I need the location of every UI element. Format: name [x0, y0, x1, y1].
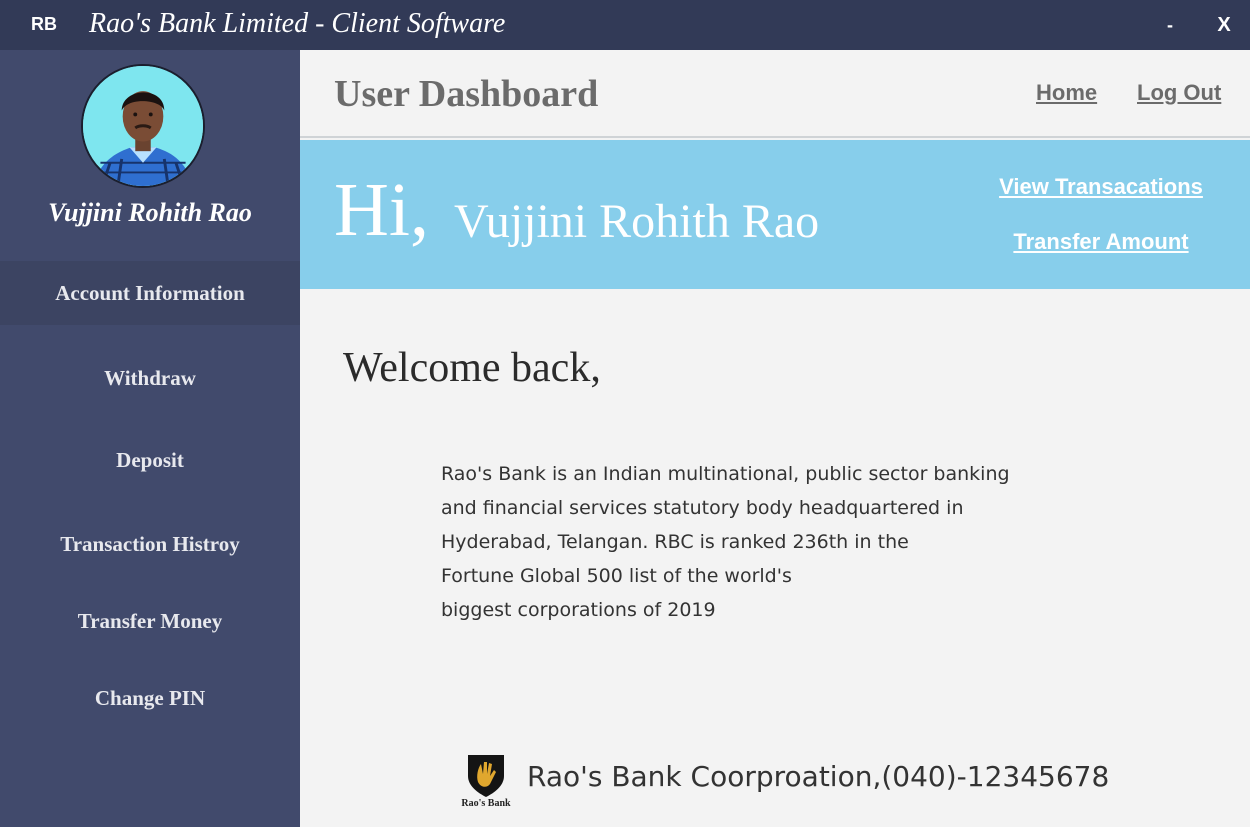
sidebar-user-name: Vujjini Rohith Rao	[48, 198, 252, 227]
bank-shield-icon	[468, 755, 504, 797]
transfer-amount-link[interactable]: Transfer Amount	[981, 229, 1221, 255]
banner-user-name: Vujjini Rohith Rao	[454, 195, 820, 248]
greeting-banner: Hi, Vujjini Rohith Rao View Transacation…	[300, 140, 1250, 289]
home-link[interactable]: Home	[1036, 80, 1097, 106]
app-logo: RB	[31, 14, 57, 34]
sidebar-item-account-information[interactable]: Account Information	[0, 261, 300, 325]
avatar	[81, 64, 205, 188]
greeting-text: Hi,	[334, 168, 429, 252]
footer-contact: Rao's Bank Coorproation,(040)-12345678	[527, 760, 1110, 793]
sidebar-item-withdraw[interactable]: Withdraw	[0, 346, 300, 410]
sidebar-item-transfer-money[interactable]: Transfer Money	[0, 589, 300, 653]
sidebar-item-change-pin[interactable]: Change PIN	[0, 666, 300, 730]
sidebar-item-deposit[interactable]: Deposit	[0, 428, 300, 492]
header: User Dashboard Home Log Out	[300, 50, 1250, 138]
about-line: biggest corporations of 2019	[441, 599, 716, 621]
page-title: User Dashboard	[334, 73, 599, 115]
minimize-button[interactable]: -	[1160, 10, 1180, 40]
view-transactions-link[interactable]: View Transacations	[981, 174, 1221, 200]
about-line: and financial services statutory body he…	[441, 497, 964, 519]
bank-logo: Rao's Bank	[456, 752, 516, 810]
close-button[interactable]: X	[1212, 10, 1236, 40]
welcome-heading: Welcome back,	[343, 345, 601, 391]
sidebar-item-transaction-history[interactable]: Transaction Histroy	[0, 512, 300, 576]
about-text: Rao's Bank is an Indian multinational, p…	[441, 457, 1061, 627]
title-bar: RB Rao's Bank Limited - Client Software …	[0, 0, 1250, 50]
about-line: Rao's Bank is an Indian multinational, p…	[441, 463, 1010, 485]
about-line: Fortune Global 500 list of the world's	[441, 565, 792, 587]
bank-logo-text: Rao's Bank	[461, 798, 511, 809]
sidebar: Vujjini Rohith Rao Account Information W…	[0, 50, 300, 827]
user-photo-icon	[83, 66, 203, 186]
window-title: Rao's Bank Limited - Client Software	[89, 8, 506, 39]
logout-link[interactable]: Log Out	[1137, 80, 1221, 106]
about-line: Hyderabad, Telangan. RBC is ranked 236th…	[441, 531, 909, 553]
